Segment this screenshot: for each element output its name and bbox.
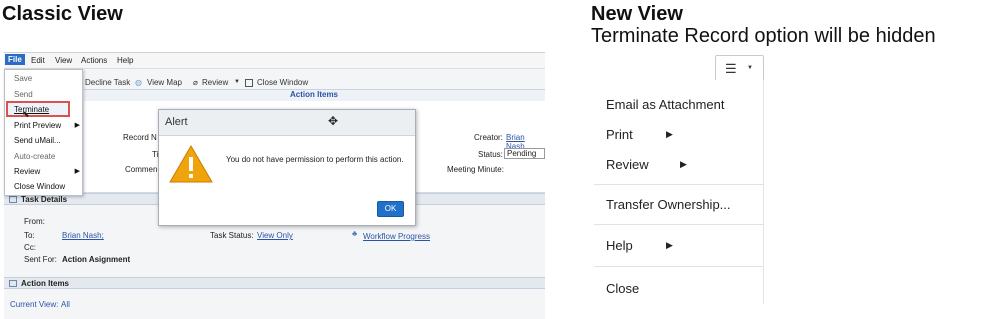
new-view-menu: Email as Attachment Print ▶ Review ▶ Tra… bbox=[594, 80, 764, 304]
file-menu-print-preview[interactable]: Print Preview ▶ bbox=[14, 121, 84, 130]
chevron-right-icon: ▶ bbox=[74, 168, 80, 175]
to-label: To: bbox=[24, 231, 35, 240]
terminate-label: Terminate bbox=[14, 105, 50, 114]
record-number-label: Record N bbox=[123, 133, 157, 142]
action-items-header[interactable]: Action Items bbox=[4, 277, 545, 289]
menu-bar: File Edit View Actions Help bbox=[4, 53, 545, 69]
review-button[interactable]: Review bbox=[202, 78, 228, 87]
move-cursor-icon: ✥ bbox=[328, 114, 339, 128]
section-title-band: Action Items bbox=[84, 89, 545, 101]
current-view-label: Current View: bbox=[10, 300, 59, 309]
menu-close[interactable]: Close bbox=[606, 281, 639, 296]
file-menu-close-window[interactable]: Close Window bbox=[14, 182, 84, 191]
hamburger-menu-button[interactable]: ☰ ▼ bbox=[715, 55, 764, 82]
new-view-subheading: Terminate Record option will be hidden bbox=[591, 25, 936, 47]
sent-for-label: Sent For: bbox=[24, 255, 57, 264]
file-menu-review[interactable]: Review ▶ bbox=[14, 167, 84, 176]
menu-email-as-attachment[interactable]: Email as Attachment bbox=[606, 97, 725, 112]
menu-edit[interactable]: Edit bbox=[31, 56, 45, 65]
menu-divider bbox=[594, 184, 764, 185]
chevron-right-icon: ▶ bbox=[666, 129, 673, 139]
classic-view-heading: Classic View bbox=[2, 3, 123, 25]
creator-label: Creator: bbox=[474, 133, 503, 142]
chevron-right-icon: ▶ bbox=[74, 122, 80, 129]
view-map-button[interactable]: View Map bbox=[147, 78, 182, 87]
menu-divider bbox=[594, 224, 764, 225]
menu-help[interactable]: Help bbox=[117, 56, 133, 65]
review-label: Review bbox=[14, 167, 41, 176]
close-window-button[interactable]: Close Window bbox=[257, 78, 308, 87]
alert-message: You do not have permission to perform th… bbox=[226, 155, 404, 164]
action-items-heading: Action Items bbox=[21, 279, 70, 288]
menu-review[interactable]: Review bbox=[606, 157, 649, 172]
chevron-down-icon: ▼ bbox=[747, 65, 753, 71]
menu-file[interactable]: File bbox=[5, 54, 25, 65]
workflow-icon: ♣ bbox=[352, 229, 358, 238]
sent-for-value: Action Asignment bbox=[62, 255, 131, 264]
list-icon bbox=[9, 280, 17, 287]
menu-transfer-ownership[interactable]: Transfer Ownership... bbox=[606, 197, 731, 212]
task-status-link[interactable]: View Only bbox=[257, 231, 293, 240]
clip-icon: ⌀ bbox=[193, 78, 198, 87]
file-menu-terminate[interactable]: Terminate ⬉ bbox=[6, 101, 70, 119]
file-menu-send-umail[interactable]: Send uMail... bbox=[14, 136, 84, 145]
to-link[interactable]: Brian Nash; bbox=[62, 231, 104, 240]
from-label: From: bbox=[24, 217, 45, 226]
chevron-right-icon: ▶ bbox=[680, 159, 687, 169]
section-title: Action Items bbox=[290, 90, 339, 99]
chevron-right-icon: ▶ bbox=[666, 240, 673, 250]
warning-icon bbox=[169, 145, 213, 183]
task-details-heading: Task Details bbox=[21, 195, 68, 204]
task-icon bbox=[9, 196, 17, 203]
new-view-heading: New View bbox=[591, 3, 683, 25]
close-window-icon bbox=[245, 79, 253, 87]
print-preview-label: Print Preview bbox=[14, 121, 62, 130]
alert-title: Alert bbox=[165, 116, 188, 128]
file-menu-dropdown: Save Send Print Preview ▶ Send uMail... A… bbox=[4, 69, 83, 196]
menu-actions[interactable]: Actions bbox=[81, 56, 107, 65]
task-status-label: Task Status: bbox=[210, 231, 254, 240]
alert-dialog: Alert ✥ You do not have permission to pe… bbox=[158, 109, 416, 226]
menu-help[interactable]: Help bbox=[606, 238, 633, 253]
decline-task-button[interactable]: Decline Task bbox=[85, 78, 130, 87]
cursor-icon: ⬉ bbox=[22, 109, 30, 119]
status-label: Status: bbox=[478, 150, 503, 159]
cc-label: Cc: bbox=[24, 243, 36, 252]
meeting-minute-label: Meeting Minute: bbox=[447, 165, 504, 174]
comment-label: Commen bbox=[125, 165, 158, 174]
chevron-down-icon[interactable]: ▼ bbox=[234, 79, 240, 85]
hamburger-icon: ☰ bbox=[725, 61, 737, 76]
ok-button[interactable]: OK bbox=[377, 201, 404, 217]
current-view-value[interactable]: All bbox=[61, 300, 70, 309]
file-menu-auto-create: Auto-create bbox=[14, 152, 56, 161]
menu-view[interactable]: View bbox=[55, 56, 72, 65]
menu-print[interactable]: Print bbox=[606, 127, 633, 142]
file-menu-save: Save bbox=[14, 74, 33, 83]
status-select[interactable]: Pending bbox=[504, 148, 545, 159]
file-menu-send: Send bbox=[14, 90, 33, 99]
menu-divider bbox=[594, 266, 764, 267]
globe-icon: ◍ bbox=[135, 78, 142, 87]
workflow-progress-link[interactable]: Workflow Progress bbox=[363, 232, 430, 241]
alert-title-bar[interactable]: Alert ✥ bbox=[159, 110, 415, 136]
